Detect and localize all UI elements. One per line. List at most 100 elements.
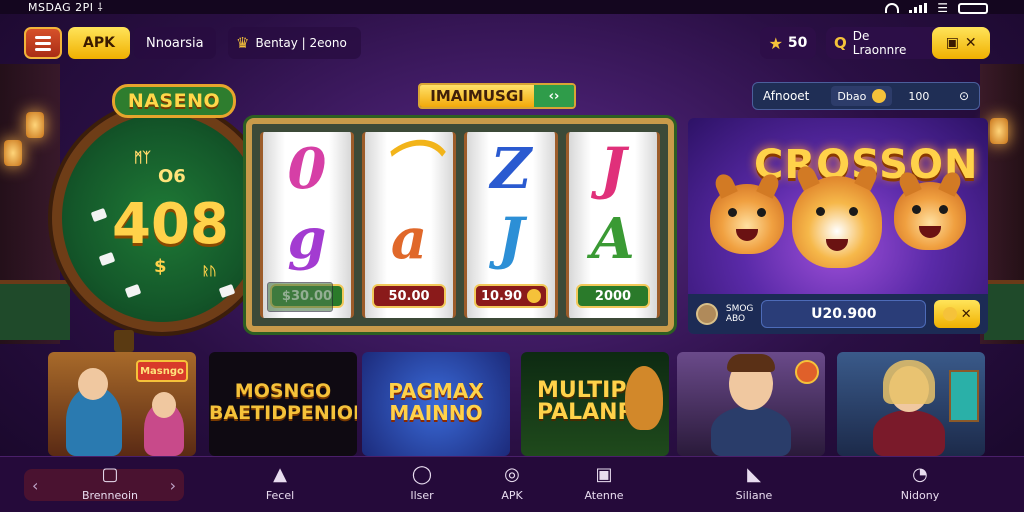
poker-chip xyxy=(124,283,142,299)
wheel-sign: NASENO xyxy=(112,84,236,118)
jackpot-chip: Dbao xyxy=(831,86,893,106)
wallet-button[interactable]: ▣ ✕ xyxy=(932,27,990,59)
coin-icon xyxy=(942,307,957,321)
wall-lamp xyxy=(990,118,1008,144)
reel-symbol-bottom: a xyxy=(390,206,428,272)
chat-icon: ◔ xyxy=(912,463,928,485)
star-icon: ★ xyxy=(768,33,783,53)
poker-table xyxy=(0,280,70,340)
chevron-icon[interactable]: ⊙ xyxy=(959,89,969,103)
promo-chip[interactable]: ♛ Bentay | 2eono xyxy=(228,27,361,59)
nav-label: APK xyxy=(501,489,523,502)
game-thumb-5[interactable] xyxy=(677,352,825,456)
slot-machine[interactable]: 0g$30.00⌒a50.00ZJ10.90JA2000 xyxy=(246,118,674,332)
card-stack xyxy=(267,282,333,312)
nav-item-3[interactable]: ◯ Ilser xyxy=(382,463,462,507)
person-figure xyxy=(873,410,945,456)
menu-button[interactable] xyxy=(24,27,62,59)
close-icon: ✕ xyxy=(964,35,977,51)
lion-figure xyxy=(625,366,663,430)
player-info: SMOG ABO xyxy=(726,304,754,324)
system-icons: ☰ xyxy=(885,1,988,15)
nav-item-6[interactable]: ◣ Siliane xyxy=(714,463,794,507)
apk-button[interactable]: APK xyxy=(68,27,130,59)
wheel-code-top: ᛗᛉ xyxy=(134,150,151,166)
nav-label: Brenneoin xyxy=(81,489,139,502)
player-line-1: SMOG xyxy=(725,304,754,314)
nav-item-4[interactable]: ◎ APK xyxy=(472,463,552,507)
nav-item-7[interactable]: ◔ Nidony xyxy=(880,463,960,507)
poker-chip xyxy=(90,207,108,223)
menu-bar-line xyxy=(35,35,51,39)
wheel-stand xyxy=(114,330,134,352)
chevron-right-icon[interactable]: › xyxy=(170,476,176,495)
slot-header[interactable]: IMAIMUSGI ‹› xyxy=(418,83,576,109)
nav-item-1[interactable]: ▢ Brenneoin xyxy=(70,463,150,507)
person-figure xyxy=(711,406,791,456)
poker-chip xyxy=(98,251,116,267)
mouth xyxy=(826,239,848,252)
eye xyxy=(912,205,921,215)
crown-icon: ♛ xyxy=(236,34,250,52)
stars-counter[interactable]: ★ 50 xyxy=(760,27,816,59)
slot-title: IMAIMUSGI xyxy=(420,85,534,107)
reel-payout-value: 10.90 xyxy=(480,288,523,304)
slot-cabinet xyxy=(949,370,979,422)
thumb-badge: Masngo xyxy=(136,360,188,382)
slot-reel: J A 2000 xyxy=(566,132,660,318)
game-thumb-6[interactable] xyxy=(837,352,985,456)
circle-icon: ◎ xyxy=(504,463,520,485)
eye xyxy=(849,207,858,217)
slot-reel: Z J 10.90 xyxy=(464,132,558,318)
wheel-code-big: 408 xyxy=(112,192,229,257)
reel-payout-value: 50.00 xyxy=(388,288,430,304)
feature-bar[interactable]: Afnooet Dbao 100 ⊙ xyxy=(752,82,980,110)
shoe-icon: ◣ xyxy=(747,463,761,485)
reel-symbol-bottom: A xyxy=(591,206,635,272)
region-selector[interactable]: Nnoarsia xyxy=(134,27,216,59)
nav-label: Atenne xyxy=(584,489,624,502)
prize-wheel[interactable]: ᛗᛉ O6 408 $ ᚱᚢ xyxy=(52,104,272,332)
reel-symbol-top: Z xyxy=(490,136,532,202)
cat-character xyxy=(894,182,966,250)
ring-icon: ◯ xyxy=(411,463,433,485)
square-face-icon: ▢ xyxy=(101,463,119,485)
mouth xyxy=(919,225,941,238)
player-line-2: ABO xyxy=(725,314,746,324)
poker-chip xyxy=(218,283,236,299)
close-icon: ✕ xyxy=(960,306,972,322)
feature-game-card[interactable]: CROSSON SMOG ABO U20.900 ✕ xyxy=(688,118,988,334)
feature-play-button[interactable]: ✕ xyxy=(934,300,980,328)
wall-lamp xyxy=(4,140,22,166)
search-icon: Q xyxy=(834,34,847,52)
coin-icon xyxy=(872,89,887,103)
reel-symbol-top: 0 xyxy=(287,136,327,202)
eye xyxy=(939,205,948,215)
slot-reel: 0g$30.00 xyxy=(260,132,354,318)
wheel-code-mid: O6 xyxy=(158,166,186,187)
nav-label: Nidony xyxy=(900,489,940,502)
game-thumb-1[interactable]: Masngo xyxy=(48,352,196,456)
reel-symbol-bottom: g xyxy=(287,206,327,272)
game-thumb-4[interactable]: MULTIP PALANR xyxy=(521,352,669,456)
person-hair xyxy=(727,354,775,372)
coin-icon xyxy=(527,289,542,303)
person-head xyxy=(152,392,176,418)
status-bar: MSDAG 2PI ⸸ ☰ xyxy=(0,0,1024,15)
person-head xyxy=(78,368,108,400)
triangle-icon: ▲ xyxy=(273,463,287,485)
reel-payout: 2000 xyxy=(576,284,650,308)
slot-toggle-button[interactable]: ‹› xyxy=(534,85,574,107)
game-thumb-2[interactable]: MOSNGO BAETIDPENION xyxy=(209,352,357,456)
nav-item-2[interactable]: ▲ Fecel xyxy=(240,463,320,507)
thumb-title: MOSNGO BAETIDPENION xyxy=(209,380,357,424)
player-avatar xyxy=(696,303,718,325)
nav-label: Ilser xyxy=(410,489,434,502)
nav-item-5[interactable]: ▣ Atenne xyxy=(564,463,644,507)
chevron-left-icon[interactable]: ‹ xyxy=(32,476,38,495)
game-thumb-3[interactable]: PAGMAX MAINNO xyxy=(362,352,510,456)
login-pill[interactable]: Q De Lraonnre ▣ ✕ xyxy=(826,27,990,59)
feature-bar-label: Afnooet xyxy=(763,89,810,103)
thumb-title: PAGMAX MAINNO xyxy=(388,379,484,425)
reel-payout: 50.00 xyxy=(372,284,446,308)
